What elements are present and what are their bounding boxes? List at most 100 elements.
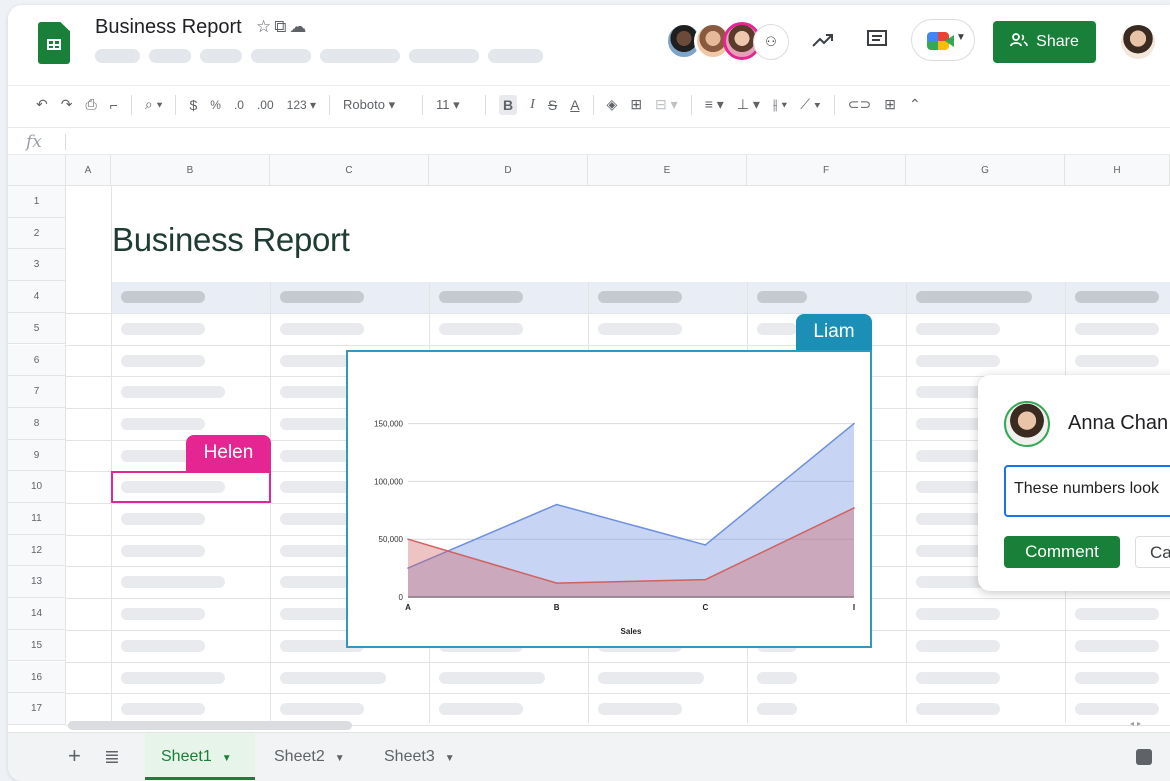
column-header[interactable]: D: [429, 155, 588, 186]
font-size-select[interactable]: 11 ▾: [436, 97, 472, 113]
cell-placeholder[interactable]: [916, 703, 1000, 716]
cell-placeholder[interactable]: [121, 671, 225, 684]
redo-icon[interactable]: ↷: [61, 96, 73, 113]
row-header[interactable]: 12: [8, 534, 66, 567]
decrease-decimal-button[interactable]: .0: [234, 98, 244, 112]
insert-link-icon[interactable]: ⊂⊃: [848, 96, 871, 113]
person-chat-icon[interactable]: ⚇: [753, 24, 789, 60]
print-icon[interactable]: ⎙: [85, 96, 96, 113]
column-header[interactable]: E: [588, 155, 747, 186]
share-button[interactable]: Share: [993, 21, 1096, 63]
text-color-button[interactable]: A: [570, 97, 579, 113]
column-header[interactable]: C: [270, 155, 429, 186]
header-cell-placeholder[interactable]: [121, 291, 205, 304]
menu-item[interactable]: [149, 49, 191, 63]
document-title[interactable]: Business Report: [95, 16, 242, 39]
select-all-corner[interactable]: [8, 155, 66, 186]
cell-placeholder[interactable]: [598, 703, 682, 716]
column-header[interactable]: A: [66, 155, 111, 186]
cell-placeholder[interactable]: [757, 703, 797, 716]
row-header[interactable]: 17: [8, 693, 66, 725]
menu-item[interactable]: [488, 49, 543, 63]
number-format-select[interactable]: 123 ▾: [287, 98, 316, 112]
cell-placeholder[interactable]: [439, 671, 545, 684]
cell-placeholder[interactable]: [280, 703, 364, 716]
menu-item[interactable]: [320, 49, 400, 63]
header-cell-placeholder[interactable]: [598, 291, 682, 304]
meet-button[interactable]: ▼: [911, 19, 975, 61]
tab-sheet3[interactable]: Sheet3 ▼: [368, 733, 476, 780]
all-sheets-icon[interactable]: ≣: [104, 746, 120, 769]
currency-format-button[interactable]: $: [189, 97, 197, 113]
cell-placeholder[interactable]: [1075, 322, 1159, 335]
borders-icon[interactable]: ⊞: [630, 96, 642, 113]
row-header[interactable]: 16: [8, 661, 66, 694]
header-cell-placeholder[interactable]: [439, 291, 523, 304]
header-cell-placeholder[interactable]: [916, 291, 1032, 304]
star-icon[interactable]: ☆: [256, 17, 274, 36]
activity-trend-icon[interactable]: [812, 31, 834, 54]
formula-bar[interactable]: fx: [8, 127, 1170, 155]
menu-item[interactable]: [409, 49, 479, 63]
italic-button[interactable]: I: [530, 97, 535, 113]
cell-placeholder[interactable]: [121, 417, 205, 430]
cell-placeholder[interactable]: [757, 322, 797, 335]
column-header[interactable]: G: [906, 155, 1065, 186]
row-header[interactable]: 10: [8, 471, 66, 503]
explore-icon[interactable]: [1136, 749, 1152, 765]
cell-placeholder[interactable]: [121, 386, 225, 399]
row-header[interactable]: 7: [8, 376, 66, 408]
text-rotation-icon[interactable]: ⟋ ▾: [800, 96, 821, 113]
row-header[interactable]: 2: [8, 217, 66, 250]
cell-placeholder[interactable]: [1075, 671, 1159, 684]
cell-placeholder[interactable]: [1075, 354, 1159, 367]
cell-placeholder[interactable]: [439, 703, 523, 716]
row-header[interactable]: 11: [8, 503, 66, 535]
menu-item[interactable]: [95, 49, 140, 63]
cell-placeholder[interactable]: [121, 513, 205, 525]
header-cell-placeholder[interactable]: [1075, 291, 1159, 304]
comment-input[interactable]: These numbers look: [1004, 465, 1170, 517]
plus-icon[interactable]: +: [68, 743, 81, 769]
row-header[interactable]: 3: [8, 249, 66, 282]
row-header[interactable]: 4: [8, 281, 66, 313]
cell-placeholder[interactable]: [598, 671, 704, 684]
column-header[interactable]: B: [111, 155, 270, 186]
insert-comment-icon[interactable]: ⊞: [884, 96, 896, 113]
comment-history-icon[interactable]: [866, 29, 888, 55]
cell-placeholder[interactable]: [121, 639, 205, 652]
strikethrough-button[interactable]: S: [548, 97, 557, 113]
cell-placeholder[interactable]: [121, 354, 205, 367]
cell-placeholder[interactable]: [1075, 608, 1159, 621]
font-select[interactable]: Roboto ▾: [343, 97, 409, 113]
move-to-folder-icon[interactable]: ⧉: [274, 17, 289, 36]
tab-sheet1[interactable]: Sheet1 ▼: [145, 733, 255, 780]
bold-button[interactable]: B: [499, 94, 518, 115]
cell-placeholder[interactable]: [1075, 639, 1159, 652]
sheet-title-cell[interactable]: Business Report: [112, 221, 350, 259]
cloud-status-icon[interactable]: ☁: [289, 17, 309, 36]
scroll-arrows[interactable]: ◂▸: [1130, 719, 1144, 728]
cell-placeholder[interactable]: [598, 322, 682, 335]
collapse-toolbar-icon[interactable]: ⌃: [909, 96, 921, 113]
vertical-align-icon[interactable]: ⊥ ▾: [737, 96, 760, 113]
percent-format-button[interactable]: %: [210, 98, 221, 112]
zoom-select[interactable]: ⌕ ▾: [145, 96, 163, 113]
collaborator-avatars[interactable]: ⚇: [665, 22, 795, 60]
comment-cancel-button[interactable]: Cancel: [1135, 536, 1170, 568]
cell-placeholder[interactable]: [280, 322, 364, 335]
column-header[interactable]: H: [1065, 155, 1170, 186]
header-cell-placeholder[interactable]: [280, 291, 364, 304]
fill-color-icon[interactable]: ◈: [607, 96, 618, 113]
cell-placeholder[interactable]: [916, 608, 1000, 621]
row-header[interactable]: 5: [8, 312, 66, 345]
cell-placeholder[interactable]: [121, 322, 205, 335]
cell-placeholder[interactable]: [121, 576, 225, 589]
cell-placeholder[interactable]: [280, 671, 386, 684]
comment-submit-button[interactable]: Comment: [1004, 536, 1120, 568]
menu-item[interactable]: [200, 49, 242, 63]
row-header[interactable]: 14: [8, 598, 66, 630]
text-wrap-icon[interactable]: ⫲ ▾: [773, 96, 787, 113]
cell-placeholder[interactable]: [916, 639, 1000, 652]
cell-placeholder[interactable]: [121, 544, 205, 557]
